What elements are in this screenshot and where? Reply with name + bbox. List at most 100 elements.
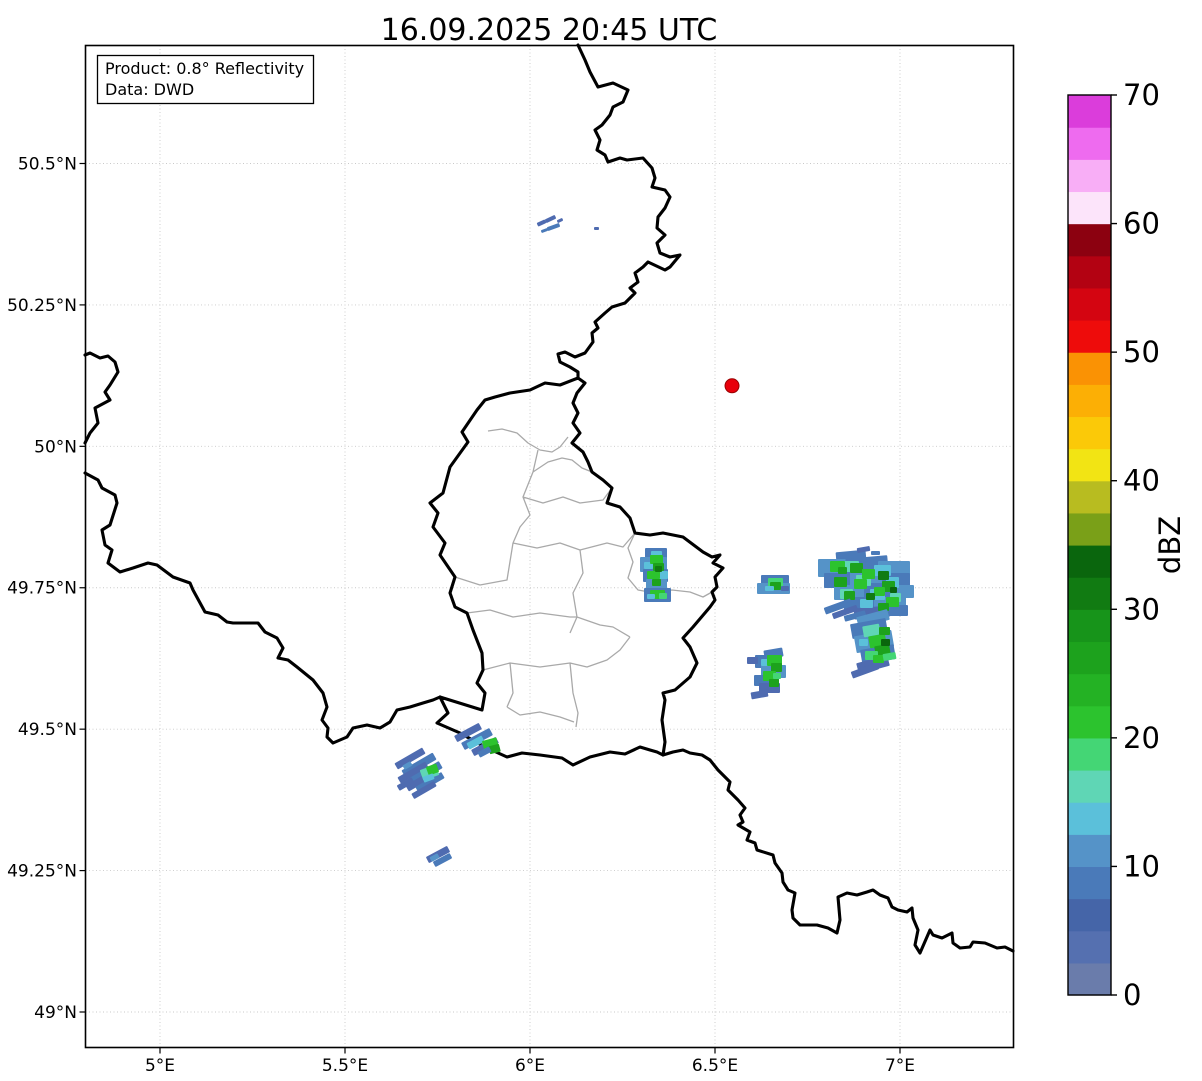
echo-cell (873, 655, 884, 663)
x-tick-label: 5.5°E (322, 1056, 368, 1076)
echo-cell (594, 227, 599, 230)
colorbar-segment (1068, 352, 1111, 385)
y-tick-label: 50°N (34, 437, 77, 457)
colorbar-segment (1068, 512, 1111, 546)
echo-cell (866, 593, 875, 600)
colorbar-segment (1068, 609, 1111, 643)
country-borders (83, 43, 1015, 955)
echo-cell (765, 586, 774, 591)
colorbar-segment (1068, 866, 1111, 900)
colorbar-segment (1068, 737, 1111, 771)
echo-cell (650, 555, 663, 564)
figure-title: 16.09.2025 20:45 UTC (381, 13, 718, 48)
colorbar-tick-label: 50 (1123, 335, 1160, 369)
echo-cell (859, 639, 868, 646)
y-tick-label: 49.25°N (7, 862, 77, 882)
colorbar-tick-label: 10 (1123, 849, 1160, 883)
echo-cell (874, 587, 885, 596)
echo-streaks-southwest (394, 747, 445, 799)
colorbar-segment (1068, 480, 1111, 514)
echo-cell (659, 571, 668, 579)
colorbar-segment (1068, 95, 1111, 128)
colorbar-segment (1068, 127, 1111, 160)
echo-north-small (536, 215, 599, 233)
colorbar-segment (1068, 802, 1111, 835)
echo-small-streak-south (426, 846, 452, 867)
y-tick-label: 49°N (34, 1003, 77, 1023)
echo-cell (540, 228, 549, 233)
echo-cell (878, 571, 889, 580)
colorbar-segment (1068, 834, 1111, 868)
echo-small-blob-west-of-cluster (757, 575, 790, 594)
x-tick-label: 7°E (885, 1056, 915, 1076)
echo-cell (890, 587, 897, 593)
colorbar-segment (1068, 255, 1111, 289)
colorbar-tick-label: 70 (1123, 78, 1160, 112)
echo-south-middle (747, 647, 786, 700)
colorbar-segment (1068, 384, 1111, 418)
echo-cell (769, 679, 779, 687)
echo-cell (881, 639, 890, 646)
colorbar-segment (1068, 223, 1111, 257)
y-tick-label: 50.5°N (18, 154, 77, 174)
colorbar: 0 10 20 30 40 50 60 70 (1067, 78, 1160, 1012)
colorbar-segment (1068, 287, 1111, 321)
echo-cell (834, 577, 847, 587)
colorbar-tick-label: 30 (1123, 592, 1160, 626)
y-tick-label: 49.5°N (18, 720, 77, 740)
colorbar-segment (1068, 191, 1111, 225)
colorbar-segment (1068, 320, 1111, 353)
echo-cell (850, 563, 863, 573)
radar-site-marker (724, 378, 740, 394)
colorbar-segment (1068, 416, 1111, 450)
radar-map-figure: 5°E 5.5°E 6°E 6.5°E 7°E 50.5°N 50.25°N 50°N 49.7… (0, 0, 1202, 1081)
echo-cell (860, 599, 873, 608)
radar-site-dot (724, 378, 740, 394)
echo-cell (556, 218, 564, 223)
colorbar-segment (1068, 673, 1111, 707)
echo-cell (536, 219, 547, 227)
district-borders (454, 428, 713, 728)
x-tick-label: 6°E (515, 1056, 545, 1076)
y-tick-label: 49.75°N (7, 579, 77, 599)
echo-cell (878, 603, 889, 611)
colorbar-segment (1068, 159, 1111, 193)
echo-cell (655, 566, 662, 572)
echo-cell (544, 215, 557, 223)
echo-cell (879, 627, 890, 635)
echo-cell (862, 569, 875, 579)
colorbar-segment (1068, 705, 1111, 739)
echo-cell (747, 657, 758, 664)
echo-streak-esch (454, 723, 501, 758)
echo-cell (652, 579, 661, 586)
gridlines (85, 45, 1014, 1048)
echo-moselle-vertical (640, 548, 671, 602)
info-box: Product: 0.8° Reflectivity Data: DWD (96, 54, 315, 105)
y-tick-label: 50.25°N (7, 296, 77, 316)
echo-cell (771, 663, 782, 672)
colorbar-segment (1068, 641, 1111, 675)
x-tick-label: 5°E (145, 1056, 175, 1076)
echo-cell (546, 223, 561, 231)
echo-cell (781, 586, 789, 591)
radar-echoes (394, 215, 914, 867)
colorbar-segment (1068, 898, 1111, 932)
axis-ticks-and-labels: 5°E 5.5°E 6°E 6.5°E 7°E 50.5°N 50.25°N 50°N 49.7… (7, 154, 915, 1076)
colorbar-tick-label: 40 (1123, 464, 1160, 498)
echo-southeast-column (850, 609, 897, 679)
echo-cell (659, 593, 667, 599)
colorbar-segment (1068, 577, 1111, 610)
map-canvas: 5°E 5.5°E 6°E 6.5°E 7°E 50.5°N 50.25°N 50°N 49.7… (7, 13, 1187, 1076)
echo-cell (773, 673, 781, 679)
echo-cell (647, 594, 655, 599)
colorbar-axis-label: dBZ (1153, 516, 1187, 574)
colorbar-tick-label: 0 (1123, 978, 1141, 1012)
echo-cell (750, 689, 769, 700)
x-tick-label: 6.5°E (692, 1056, 738, 1076)
echo-cell (838, 567, 847, 574)
echo-cell (647, 571, 660, 579)
echo-cell (871, 551, 880, 555)
echo-cell (854, 579, 867, 589)
echo-cell (856, 546, 871, 553)
colorbar-segment (1068, 930, 1111, 964)
